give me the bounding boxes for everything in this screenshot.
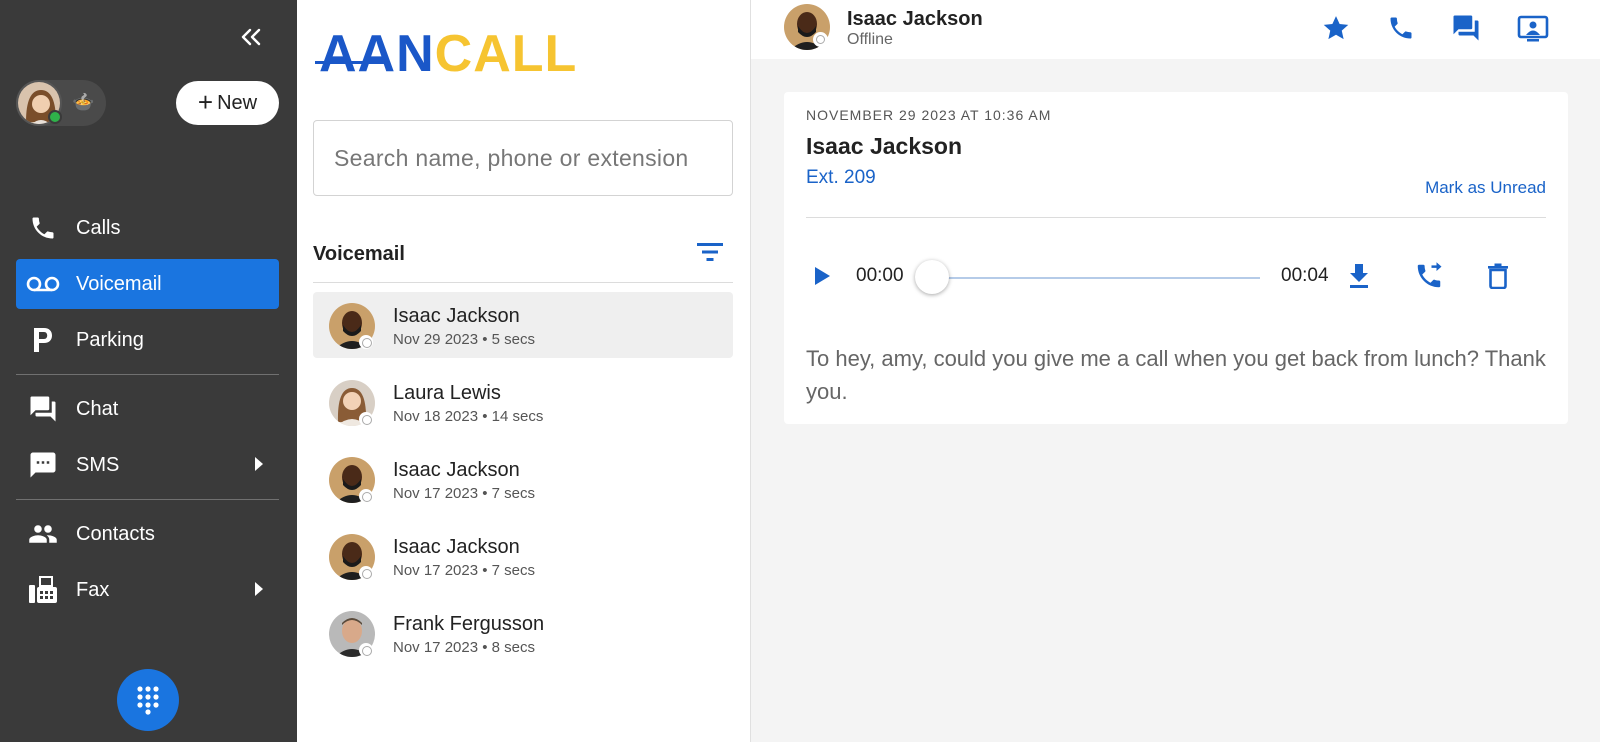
sidebar-item-voicemail[interactable]: Voicemail <box>16 259 279 309</box>
sidebar-item-label: Fax <box>76 578 110 601</box>
voicemail-icon <box>26 267 60 301</box>
contacts-icon <box>26 517 60 551</box>
sidebar-item-label: Calls <box>76 216 121 239</box>
voicemail-detail-card: NOVEMBER 29 2023 AT 10:36 AM Isaac Jacks… <box>784 92 1568 424</box>
sms-icon <box>26 448 60 482</box>
total-time: 00:04 <box>1281 265 1329 286</box>
sidebar-item-fax[interactable]: Fax <box>16 565 279 615</box>
voicemail-list-item[interactable]: Laura Lewis Nov 18 2023 • 14 secs <box>313 369 733 435</box>
caller-name: Laura Lewis <box>393 382 501 404</box>
user-status-pill[interactable]: 🍲 <box>16 80 106 126</box>
voicemail-date: NOVEMBER 29 2023 AT 10:36 AM <box>806 107 1052 123</box>
sidebar-item-chat[interactable]: Chat <box>16 384 279 434</box>
current-time: 00:00 <box>856 265 904 286</box>
chevron-right-icon <box>255 582 263 596</box>
voicemail-detail-panel: Isaac Jackson Offline NOVEMBER 29 2023 A… <box>751 0 1600 742</box>
audio-progress-thumb[interactable] <box>915 260 949 294</box>
logo-part-2: CALL <box>434 25 578 83</box>
offline-status-icon <box>359 489 373 503</box>
caller-name: Frank Fergusson <box>393 613 545 635</box>
sidebar-divider <box>16 499 279 500</box>
sidebar-divider <box>16 374 279 375</box>
phone-icon <box>26 211 60 245</box>
voicemail-list-item[interactable]: Isaac Jackson Nov 17 2023 • 7 secs <box>313 523 733 589</box>
sidebar-item-sms[interactable]: SMS <box>16 440 279 490</box>
chat-icon <box>26 392 60 426</box>
offline-status-icon <box>359 412 373 426</box>
star-icon[interactable] <box>1318 10 1354 46</box>
voicemail-meta: Nov 17 2023 • 8 secs <box>393 639 536 656</box>
sidebar-item-label: Chat <box>76 397 119 420</box>
voicemail-list-item[interactable]: Isaac Jackson Nov 29 2023 • 5 secs <box>313 292 733 358</box>
card-divider <box>806 217 1546 218</box>
voicemail-list-title: Voicemail <box>313 243 405 265</box>
dialpad-icon <box>137 686 159 715</box>
caller-name: Isaac Jackson <box>393 536 520 558</box>
offline-status-icon <box>359 643 373 657</box>
voicemail-meta: Nov 17 2023 • 7 secs <box>393 485 536 502</box>
voicemail-list-panel: AANCALL Voicemail Isaac Jackson Nov 29 2… <box>297 0 751 742</box>
forward-call-icon[interactable] <box>1412 259 1446 293</box>
trash-icon[interactable] <box>1481 259 1515 293</box>
voicemail-list-item[interactable]: Frank Fergusson Nov 17 2023 • 8 secs <box>313 600 733 666</box>
app-logo: AANCALL <box>315 25 578 83</box>
caller-name: Isaac Jackson <box>806 133 963 159</box>
contact-status: Offline <box>847 31 893 48</box>
download-icon[interactable] <box>1342 259 1376 293</box>
sidebar-item-calls[interactable]: Calls <box>16 203 279 253</box>
online-status-dot <box>48 110 62 124</box>
offline-status-icon <box>359 566 373 580</box>
phone-icon[interactable] <box>1383 10 1419 46</box>
sidebar-item-label: Contacts <box>76 522 155 545</box>
list-divider <box>313 282 733 283</box>
logo-part-1: AAN <box>319 25 435 83</box>
voicemail-meta: Nov 29 2023 • 5 secs <box>393 331 536 348</box>
caller-name: Isaac Jackson <box>393 459 520 481</box>
mark-as-unread-button[interactable]: Mark as Unread <box>1425 178 1546 198</box>
video-meeting-icon[interactable] <box>1515 10 1551 46</box>
sidebar-item-label: SMS <box>76 453 120 476</box>
sidebar-item-parking[interactable]: Parking <box>16 315 279 365</box>
contact-header: Isaac Jackson Offline <box>751 0 1600 59</box>
sidebar-item-label: Voicemail <box>76 272 162 295</box>
offline-status-icon <box>359 335 373 349</box>
voicemail-meta: Nov 18 2023 • 14 secs <box>393 408 544 425</box>
user-status-emoji: 🍲 <box>72 92 95 113</box>
filter-icon[interactable] <box>694 238 726 266</box>
caller-name: Isaac Jackson <box>393 305 520 327</box>
plus-icon: + <box>197 87 214 117</box>
sidebar-item-label: Parking <box>76 328 144 351</box>
voicemail-meta: Nov 17 2023 • 7 secs <box>393 562 536 579</box>
fax-icon <box>26 573 60 607</box>
chat-icon[interactable] <box>1448 10 1484 46</box>
voicemail-list-item[interactable]: Isaac Jackson Nov 17 2023 • 7 secs <box>313 446 733 512</box>
sidebar-item-contacts[interactable]: Contacts <box>16 509 279 559</box>
chevron-right-icon <box>255 457 263 471</box>
caller-extension[interactable]: Ext. 209 <box>806 167 876 189</box>
new-button-label: New <box>217 91 258 114</box>
parking-icon <box>26 323 60 357</box>
contact-name: Isaac Jackson <box>847 8 983 30</box>
new-button[interactable]: + New <box>176 81 279 125</box>
voicemail-transcript: To hey, amy, could you give me a call wh… <box>806 346 1546 404</box>
play-icon[interactable] <box>808 262 836 290</box>
audio-progress-slider[interactable] <box>932 277 1260 279</box>
search-input[interactable] <box>313 120 733 196</box>
offline-status-icon <box>813 32 828 47</box>
sidebar: 🍲 + New Calls Voicemail Parking Chat SMS <box>0 0 297 742</box>
collapse-sidebar-icon[interactable] <box>238 24 264 50</box>
dialpad-button[interactable] <box>117 669 179 731</box>
